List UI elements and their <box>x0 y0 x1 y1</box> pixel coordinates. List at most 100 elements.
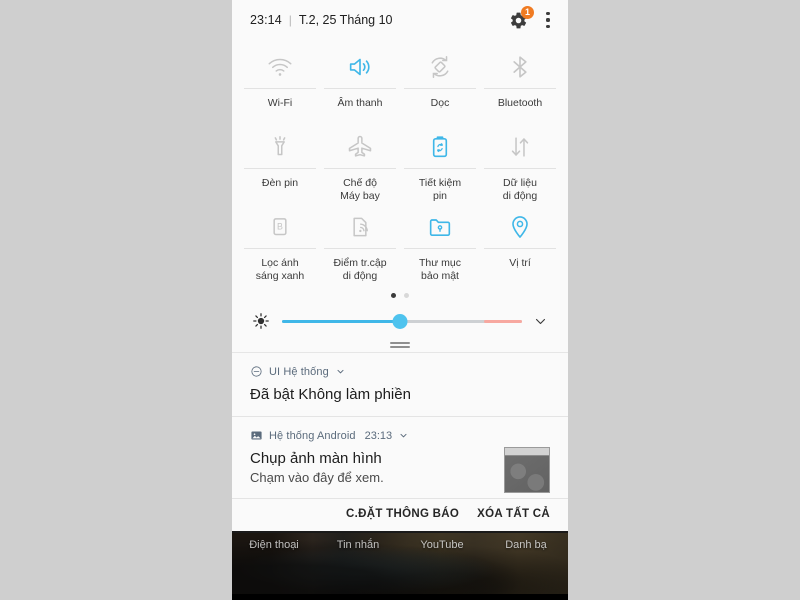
svg-text:B: B <box>277 221 283 231</box>
toggle-label: Dọc <box>430 97 450 109</box>
toggle-underline <box>404 168 476 169</box>
chevron-down-icon[interactable] <box>398 430 409 441</box>
dock-item-phone[interactable]: Điện thoại <box>232 539 316 551</box>
toggle-secure-folder[interactable]: Thư mục bảo mật <box>400 206 480 286</box>
toggle-blue-light-filter[interactable]: B Lọc ánh sáng xanh <box>240 206 320 286</box>
brightness-row <box>232 304 568 338</box>
thumbnail-image <box>505 456 549 492</box>
gear-badge-count: 1 <box>521 6 534 19</box>
chevron-down-icon[interactable] <box>528 313 552 330</box>
drag-handle-icon[interactable] <box>232 338 568 353</box>
image-icon <box>250 429 263 442</box>
quick-settings-grid: Wi-Fi Âm thanh Dọc Bluetooth Đèn pin Chế… <box>232 40 568 286</box>
blue-light-filter-icon: B <box>266 210 294 244</box>
quick-settings-row: Đèn pin Chế độ Máy bay Tiết kiệm pin Dữ … <box>240 126 560 206</box>
dock-item-youtube[interactable]: YouTube <box>400 539 484 551</box>
toggle-label: Đèn pin <box>261 177 299 189</box>
toggle-label: Dữ liệu di động <box>502 177 538 202</box>
home-dock: Điện thoại Tin nhắn YouTube Danh bạ <box>232 539 568 551</box>
slider-warn-zone <box>483 319 522 323</box>
toggle-label: Wi-Fi <box>267 97 293 109</box>
notification-header: Hệ thống Android 23:13 <box>250 428 550 443</box>
toggle-label: Bluetooth <box>497 97 543 109</box>
notification-app-name: UI Hệ thống <box>269 365 329 378</box>
phone-screen: 23:14 | T.2, 25 Tháng 10 1 Wi-Fi Âm than… <box>232 0 568 600</box>
dock-label: Tin nhắn <box>336 539 380 551</box>
toggle-underline <box>484 88 556 89</box>
toggle-label: Thư mục bảo mật <box>418 257 462 282</box>
toggle-underline <box>244 248 316 249</box>
toggle-airplane-mode[interactable]: Chế độ Máy bay <box>320 126 400 206</box>
toggle-underline <box>484 168 556 169</box>
notification-item[interactable]: UI Hệ thống Đã bật Không làm phiền <box>232 353 568 417</box>
toggle-underline <box>244 88 316 89</box>
toggle-underline <box>404 248 476 249</box>
bluetooth-icon <box>506 50 534 84</box>
thumbnail-statusbar <box>505 448 549 456</box>
mobile-data-icon <box>506 130 534 164</box>
toggle-wifi[interactable]: Wi-Fi <box>240 46 320 126</box>
clear-all-button[interactable]: XÓA TẤT CẢ <box>477 508 550 520</box>
dock-label: Điện thoại <box>249 539 299 551</box>
pager-dot-1[interactable] <box>391 292 396 298</box>
status-time: 23:14 <box>250 13 282 27</box>
dock-label: Danh bạ <box>505 539 547 551</box>
notification-header: UI Hệ thống <box>250 364 550 379</box>
quick-settings-pager[interactable] <box>232 286 568 304</box>
home-screen-peek[interactable]: Điện thoại Tin nhắn YouTube Danh bạ <box>232 533 568 600</box>
screenshot-thumbnail[interactable] <box>504 447 550 493</box>
toggle-flashlight[interactable]: Đèn pin <box>240 126 320 206</box>
toggle-mobile-data[interactable]: Dữ liệu di động <box>480 126 560 206</box>
airplane-icon <box>346 130 374 164</box>
navigation-bar <box>232 594 568 600</box>
status-bar: 23:14 | T.2, 25 Tháng 10 1 <box>232 0 568 40</box>
notification-title: Đã bật Không làm phiền <box>250 386 411 403</box>
toggle-battery-saver[interactable]: Tiết kiệm pin <box>400 126 480 206</box>
quick-settings-row: Wi-Fi Âm thanh Dọc Bluetooth <box>240 46 560 126</box>
notification-item[interactable]: Hệ thống Android 23:13 Chụp ảnh màn hình… <box>232 417 568 499</box>
location-pin-icon <box>506 210 534 244</box>
toggle-sound[interactable]: Âm thanh <box>320 46 400 126</box>
dock-item-messages[interactable]: Tin nhắn <box>316 539 400 551</box>
quick-settings-row: B Lọc ánh sáng xanh Điểm tr.cập di động … <box>240 206 560 286</box>
slider-thumb[interactable] <box>392 313 408 329</box>
notification-settings-button[interactable]: C.ĐẶT THÔNG BÁO <box>346 508 459 520</box>
status-bar-actions: 1 <box>508 6 554 30</box>
toggle-underline <box>324 168 396 169</box>
battery-saver-icon <box>426 130 454 164</box>
toggle-underline <box>404 88 476 89</box>
brightness-icon <box>248 312 274 330</box>
toggle-underline <box>324 248 396 249</box>
dock-item-contacts[interactable]: Danh bạ <box>484 539 568 551</box>
mobile-hotspot-icon <box>346 210 374 244</box>
toggle-underline <box>324 88 396 89</box>
flashlight-icon <box>266 130 294 164</box>
dock-label: YouTube <box>420 539 464 551</box>
toggle-underline <box>484 248 556 249</box>
sound-icon <box>346 50 374 84</box>
notification-time: 23:13 <box>364 429 393 442</box>
kebab-menu-icon[interactable] <box>542 10 554 30</box>
toggle-underline <box>244 168 316 169</box>
toggle-label: Điểm tr.cập di động <box>333 257 387 282</box>
notification-action-bar: C.ĐẶT THÔNG BÁO XÓA TẤT CẢ <box>232 499 568 533</box>
toggle-bluetooth[interactable]: Bluetooth <box>480 46 560 126</box>
toggle-label: Tiết kiệm pin <box>418 177 462 202</box>
slider-fill <box>282 319 400 323</box>
pager-dot-2[interactable] <box>404 292 409 298</box>
toggle-auto-rotate[interactable]: Dọc <box>400 46 480 126</box>
toggle-mobile-hotspot[interactable]: Điểm tr.cập di động <box>320 206 400 286</box>
auto-rotate-icon <box>426 50 454 84</box>
secure-folder-icon <box>426 210 454 244</box>
toggle-label: Lọc ánh sáng xanh <box>255 257 305 282</box>
brightness-slider[interactable] <box>282 311 522 331</box>
do-not-disturb-icon <box>250 365 263 378</box>
page-background: 23:14 | T.2, 25 Tháng 10 1 Wi-Fi Âm than… <box>0 0 800 600</box>
toggle-location[interactable]: Vị trí <box>480 206 560 286</box>
toggle-label: Vị trí <box>509 257 531 269</box>
toggle-label: Chế độ Máy bay <box>340 177 380 202</box>
toggle-label: Âm thanh <box>337 97 383 109</box>
chevron-down-icon[interactable] <box>335 366 346 377</box>
gear-icon[interactable]: 1 <box>508 6 534 30</box>
status-date: T.2, 25 Tháng 10 <box>298 13 393 27</box>
